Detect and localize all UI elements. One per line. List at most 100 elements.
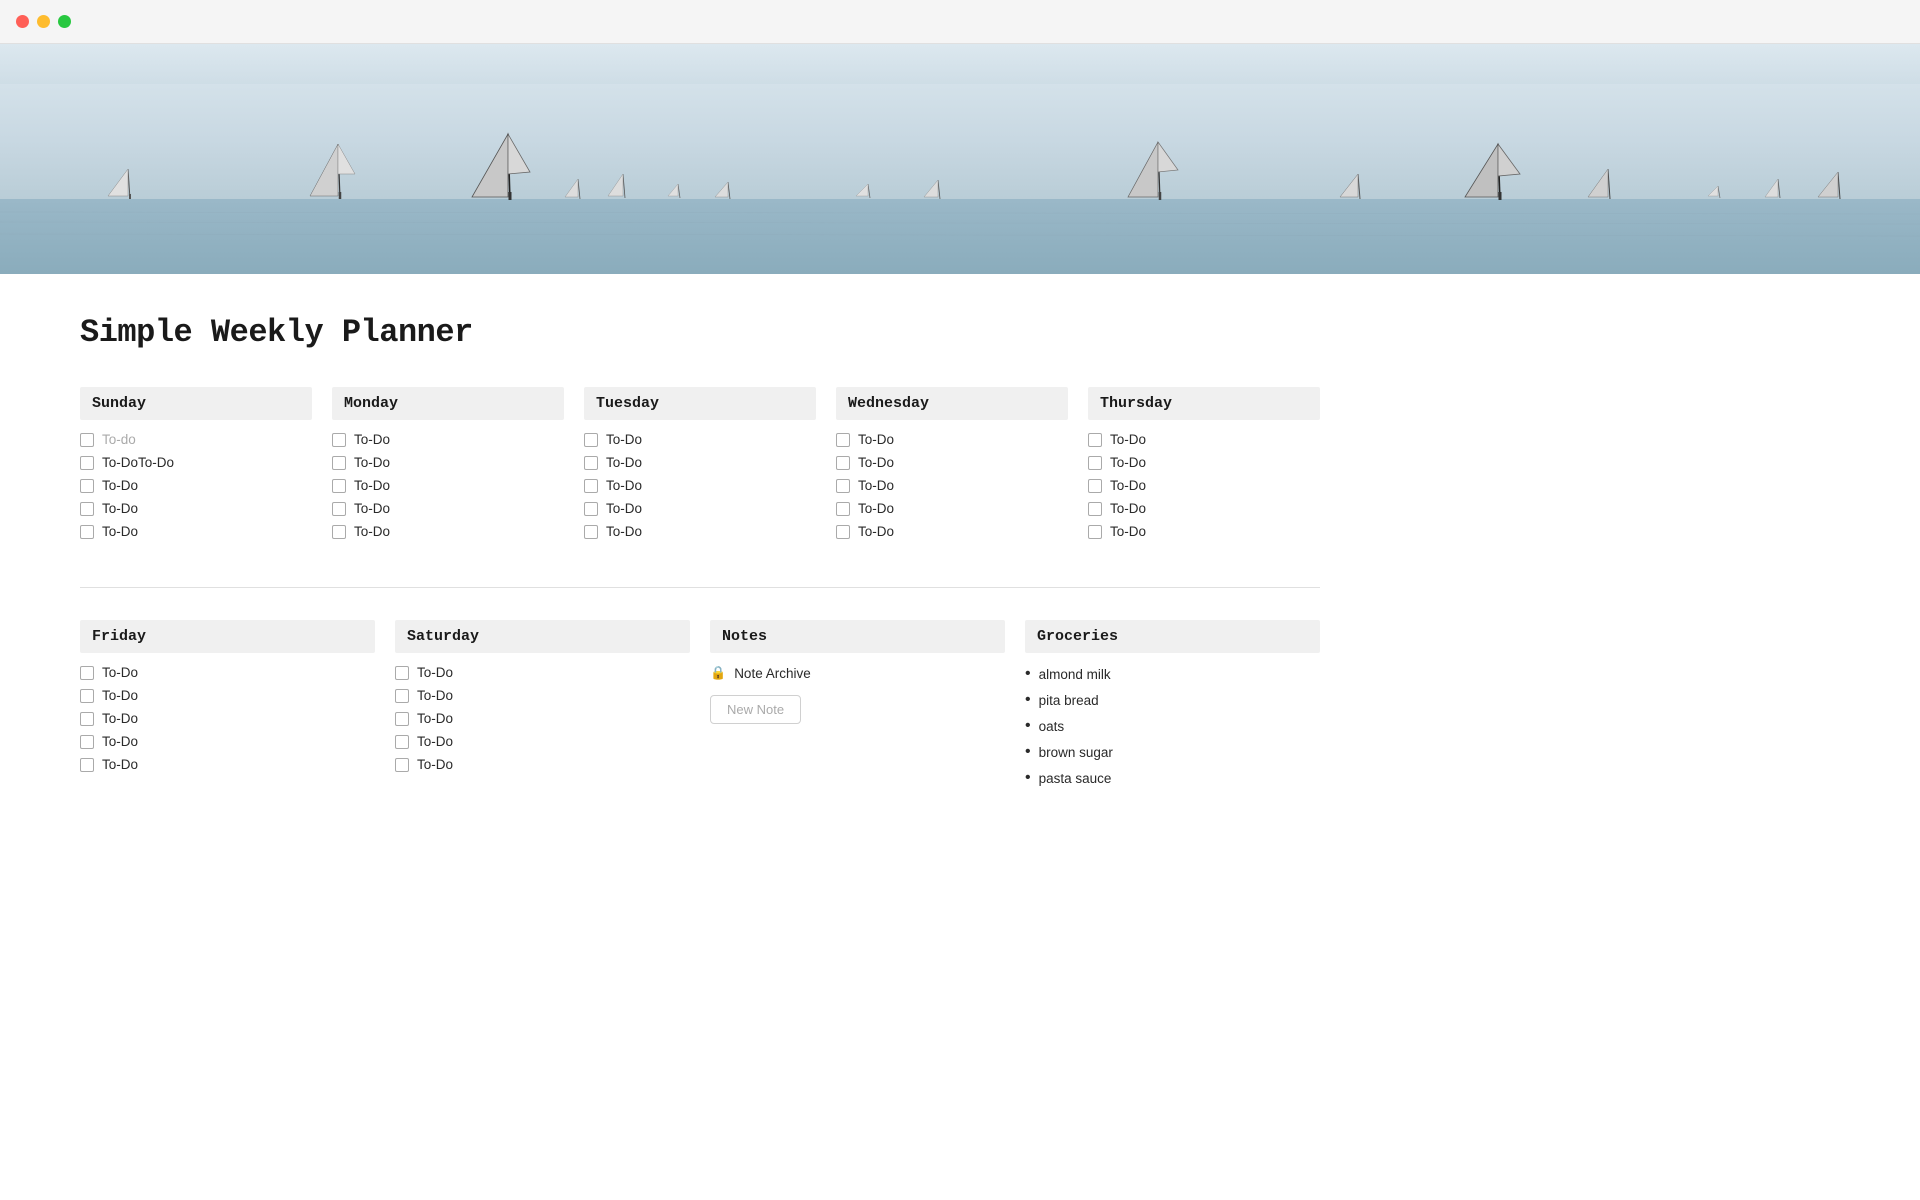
checkbox[interactable] (332, 502, 346, 516)
checkbox[interactable] (836, 479, 850, 493)
todo-item[interactable]: To-Do (80, 478, 312, 493)
checkbox[interactable] (80, 689, 94, 703)
checkbox[interactable] (80, 735, 94, 749)
minimize-button[interactable] (37, 15, 50, 28)
todo-label: To-Do (102, 757, 138, 772)
todo-label: To-Do (417, 734, 453, 749)
checkbox[interactable] (1088, 433, 1102, 447)
todo-label: To-Do (1110, 478, 1146, 493)
todo-item[interactable]: To-Do (80, 524, 312, 539)
todo-label: To-Do (102, 478, 138, 493)
todo-item[interactable]: To-Do (1088, 455, 1320, 470)
todo-item[interactable]: To-Do (1088, 501, 1320, 516)
maximize-button[interactable] (58, 15, 71, 28)
checkbox[interactable] (584, 502, 598, 516)
checkbox[interactable] (332, 479, 346, 493)
checkbox[interactable] (1088, 502, 1102, 516)
checkbox[interactable] (584, 479, 598, 493)
todo-item[interactable]: To-Do (80, 757, 375, 772)
todo-item[interactable]: To-Do (80, 734, 375, 749)
todo-item[interactable]: To-Do (80, 501, 312, 516)
checkbox[interactable] (80, 456, 94, 470)
hero-image (0, 44, 1920, 274)
todo-item[interactable]: To-Do (332, 501, 564, 516)
week-row-1: SundayTo-doTo-DoTo-DoTo-DoTo-DoTo-DoMond… (80, 387, 1320, 547)
checkbox[interactable] (1088, 456, 1102, 470)
todo-item[interactable]: To-Do (584, 432, 816, 447)
checkbox[interactable] (1088, 525, 1102, 539)
todo-item[interactable]: To-Do (584, 524, 816, 539)
todo-label: To-Do (606, 432, 642, 447)
todo-item[interactable]: To-Do (836, 432, 1068, 447)
todo-item[interactable]: To-Do (395, 688, 690, 703)
todo-label: To-Do (354, 432, 390, 447)
checkbox[interactable] (836, 433, 850, 447)
todo-item[interactable]: To-do (80, 432, 312, 447)
todo-item[interactable]: To-Do (395, 665, 690, 680)
checkbox[interactable] (80, 525, 94, 539)
todo-item[interactable]: To-Do (584, 501, 816, 516)
todo-label: To-Do (102, 501, 138, 516)
todo-item[interactable]: To-Do (80, 665, 375, 680)
checkbox[interactable] (80, 666, 94, 680)
groceries-list: almond milkpita breadoatsbrown sugarpast… (1025, 665, 1320, 787)
checkbox[interactable] (332, 525, 346, 539)
note-archive-item[interactable]: 🔒Note Archive (710, 665, 1005, 681)
checkbox[interactable] (395, 758, 409, 772)
todo-item[interactable]: To-Do (836, 455, 1068, 470)
todo-item[interactable]: To-Do (395, 757, 690, 772)
checkbox[interactable] (584, 525, 598, 539)
checkbox[interactable] (332, 456, 346, 470)
grocery-item: brown sugar (1025, 743, 1320, 761)
checkbox[interactable] (395, 689, 409, 703)
checkbox[interactable] (836, 456, 850, 470)
todo-item[interactable]: To-Do (836, 501, 1068, 516)
todo-item[interactable]: To-Do (332, 432, 564, 447)
todo-item[interactable]: To-Do (836, 478, 1068, 493)
day-column-monday: MondayTo-DoTo-DoTo-DoTo-DoTo-Do (332, 387, 564, 547)
todo-item[interactable]: To-Do (395, 711, 690, 726)
todo-item[interactable]: To-Do (332, 478, 564, 493)
checkbox[interactable] (836, 525, 850, 539)
todo-label: To-Do (858, 478, 894, 493)
checkbox[interactable] (80, 502, 94, 516)
todo-item[interactable]: To-Do (332, 524, 564, 539)
day-column-wednesday: WednesdayTo-DoTo-DoTo-DoTo-DoTo-Do (836, 387, 1068, 547)
todo-label: To-Do (1110, 524, 1146, 539)
checkbox[interactable] (80, 712, 94, 726)
checkbox[interactable] (80, 758, 94, 772)
archive-label: Note Archive (734, 666, 811, 681)
checkbox[interactable] (836, 502, 850, 516)
checkbox[interactable] (1088, 479, 1102, 493)
todo-item[interactable]: To-Do (80, 688, 375, 703)
todo-item[interactable]: To-DoTo-Do (80, 455, 312, 470)
checkbox[interactable] (80, 433, 94, 447)
todo-item[interactable]: To-Do (584, 478, 816, 493)
todo-label: To-Do (102, 688, 138, 703)
day-header-saturday: Saturday (395, 620, 690, 653)
todo-label: To-DoTo-Do (102, 455, 174, 470)
checkbox[interactable] (332, 433, 346, 447)
checkbox[interactable] (584, 456, 598, 470)
todo-item[interactable]: To-Do (1088, 478, 1320, 493)
todo-label: To-Do (102, 524, 138, 539)
close-button[interactable] (16, 15, 29, 28)
checkbox[interactable] (80, 479, 94, 493)
checkbox[interactable] (395, 735, 409, 749)
todo-label: To-Do (858, 501, 894, 516)
checkbox[interactable] (395, 712, 409, 726)
todo-item[interactable]: To-Do (395, 734, 690, 749)
checkbox[interactable] (584, 433, 598, 447)
todo-item[interactable]: To-Do (1088, 524, 1320, 539)
todo-label: To-Do (1110, 432, 1146, 447)
todo-item[interactable]: To-Do (584, 455, 816, 470)
todo-item[interactable]: To-Do (836, 524, 1068, 539)
todo-item[interactable]: To-Do (332, 455, 564, 470)
checkbox[interactable] (395, 666, 409, 680)
todo-item[interactable]: To-Do (80, 711, 375, 726)
day-column-friday: FridayTo-DoTo-DoTo-DoTo-DoTo-Do (80, 620, 375, 795)
bottom-row: FridayTo-DoTo-DoTo-DoTo-DoTo-DoSaturdayT… (80, 620, 1320, 795)
todo-item[interactable]: To-Do (1088, 432, 1320, 447)
todo-label: To-Do (1110, 501, 1146, 516)
new-note-button[interactable]: New Note (710, 695, 801, 724)
